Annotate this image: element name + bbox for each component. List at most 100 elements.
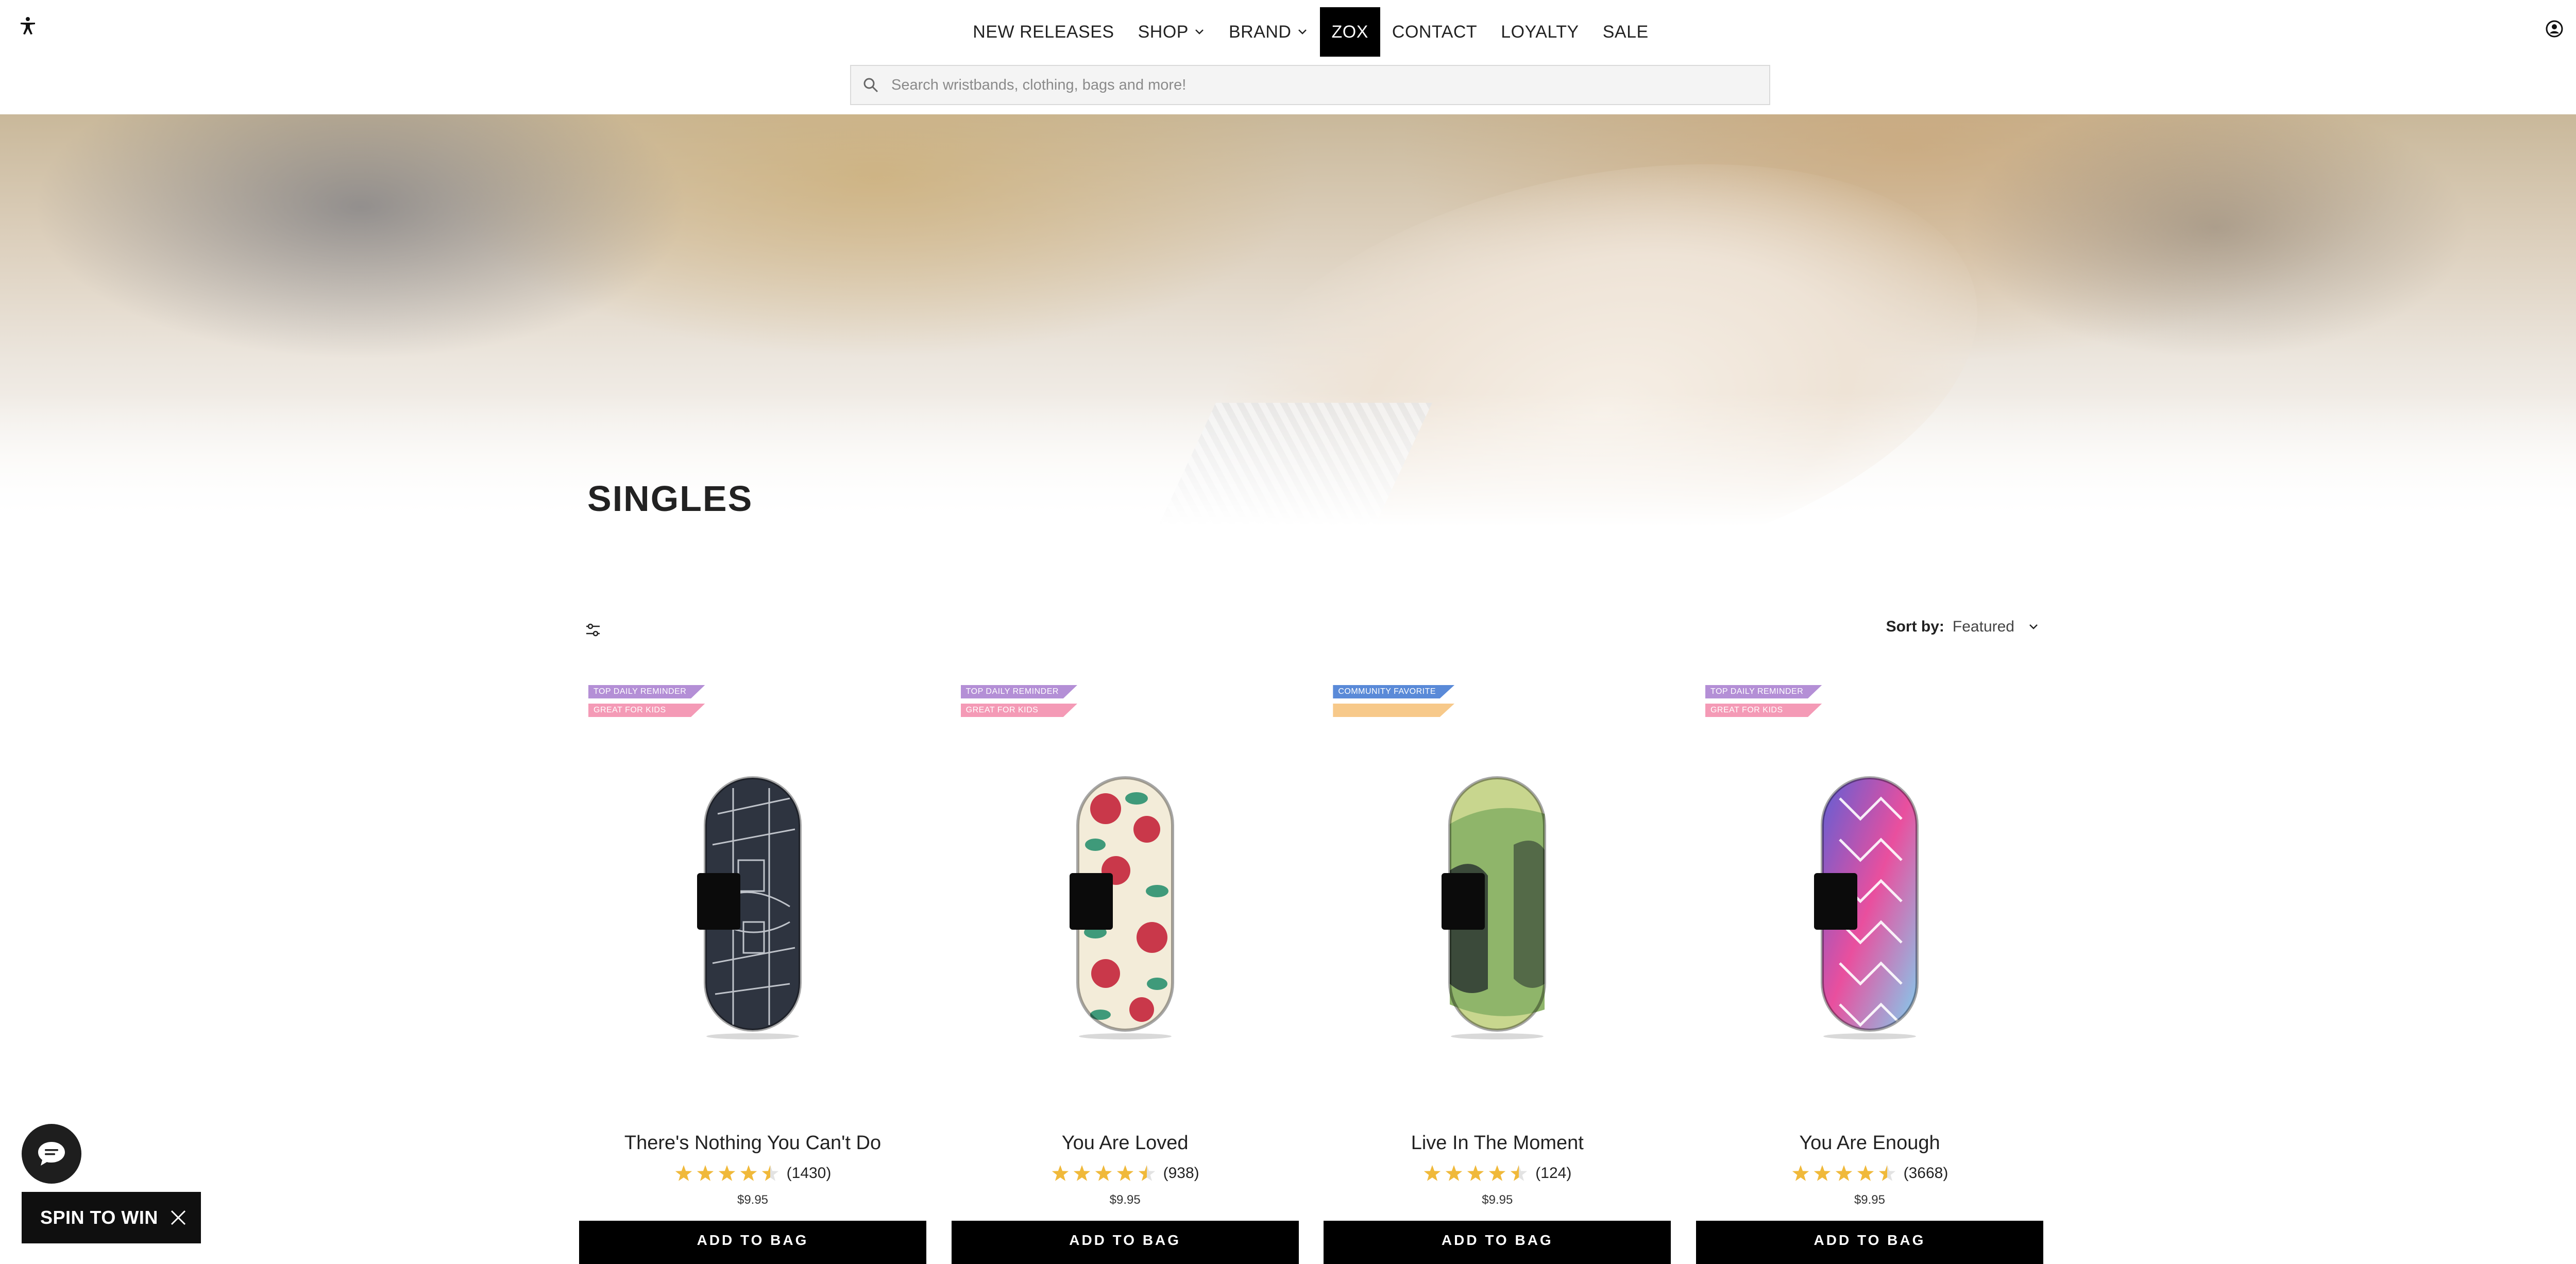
- product-rating[interactable]: (1430): [579, 1164, 926, 1183]
- filter-icon[interactable]: [584, 621, 602, 639]
- star-icon: [697, 1165, 714, 1181]
- search-bar: [850, 65, 1770, 105]
- badge-group: TOP DAILY REMINDER GREAT FOR KIDS: [1705, 685, 1822, 722]
- nav-item-label: BRAND: [1228, 22, 1292, 42]
- spin-to-win-banner[interactable]: SPIN TO WIN: [22, 1192, 201, 1243]
- star-icon: [1835, 1165, 1852, 1181]
- product-name[interactable]: Live In The Moment: [1324, 1132, 1671, 1154]
- star-icon: [718, 1165, 735, 1181]
- hero-banner: [0, 114, 2576, 526]
- spin-to-win-label: SPIN TO WIN: [40, 1207, 158, 1228]
- star-icon: [1095, 1165, 1112, 1181]
- nav-item-label: LOYALTY: [1501, 22, 1579, 42]
- main-nav: NEW RELEASES SHOP BRAND ZOX CONTACT LOYALTY SA…: [0, 7, 2576, 57]
- account-icon[interactable]: [2545, 20, 2564, 38]
- product-rating[interactable]: (124): [1324, 1164, 1671, 1183]
- product-badge: TOP DAILY REMINDER: [960, 685, 1077, 698]
- star-icon: [1814, 1165, 1831, 1181]
- product-badge: [1333, 704, 1455, 717]
- badge-group: COMMUNITY FAVORITE: [1333, 685, 1455, 722]
- chevron-down-icon: [1195, 29, 1204, 35]
- product-card[interactable]: TOP DAILY REMINDER GREAT FOR KIDS You Are…: [951, 685, 1299, 1264]
- badge-group: TOP DAILY REMINDER GREAT FOR KIDS: [588, 685, 705, 722]
- search-input[interactable]: [890, 76, 1717, 94]
- nav-item-label: NEW RELEASES: [973, 22, 1114, 42]
- hero-fade: [0, 392, 2576, 526]
- product-name[interactable]: There's Nothing You Can't Do: [579, 1132, 926, 1154]
- product-price: $9.95: [1854, 1193, 1885, 1207]
- review-count: (938): [1163, 1165, 1199, 1182]
- chat-icon: [38, 1142, 65, 1166]
- product-price: $9.95: [1109, 1193, 1141, 1207]
- chat-button[interactable]: [22, 1124, 81, 1184]
- star-icon: [1446, 1165, 1463, 1181]
- star-icon: [1878, 1165, 1895, 1181]
- product-badge: TOP DAILY REMINDER: [588, 685, 705, 698]
- review-count: (3668): [1903, 1165, 1948, 1182]
- product-badge: TOP DAILY REMINDER: [1705, 685, 1822, 698]
- wristband-image[interactable]: [1059, 767, 1191, 1040]
- add-to-bag-button[interactable]: ADD TO BAG: [579, 1221, 926, 1264]
- badge-group: TOP DAILY REMINDER GREAT FOR KIDS: [960, 685, 1077, 722]
- add-to-bag-button[interactable]: ADD TO BAG: [1696, 1221, 2043, 1264]
- star-icon: [1424, 1165, 1441, 1181]
- star-icon: [1511, 1165, 1528, 1181]
- nav-item-label: SALE: [1602, 22, 1649, 42]
- star-icon: [1052, 1165, 1069, 1181]
- product-name[interactable]: You Are Enough: [1696, 1132, 2043, 1154]
- nav-item-new-releases[interactable]: NEW RELEASES: [961, 7, 1126, 57]
- nav-item-label: ZOX: [1331, 22, 1368, 42]
- add-to-bag-button[interactable]: ADD TO BAG: [951, 1221, 1299, 1264]
- product-grid: TOP DAILY REMINDER GREAT FOR KIDS There's…: [579, 685, 2043, 1264]
- product-badge: GREAT FOR KIDS: [588, 704, 705, 717]
- review-count: (1430): [786, 1165, 832, 1182]
- wristband-image[interactable]: [1804, 767, 1936, 1040]
- product-badge: GREAT FOR KIDS: [960, 704, 1077, 717]
- star-icon: [740, 1165, 757, 1181]
- star-rating: [674, 1164, 779, 1183]
- product-price: $9.95: [737, 1193, 769, 1207]
- star-icon: [1073, 1165, 1090, 1181]
- nav-item-shop[interactable]: SHOP: [1126, 7, 1217, 57]
- review-count: (124): [1535, 1165, 1572, 1182]
- product-badge: GREAT FOR KIDS: [1705, 704, 1822, 717]
- product-rating[interactable]: (3668): [1696, 1164, 2043, 1183]
- search-icon: [863, 78, 878, 93]
- product-badge: COMMUNITY FAVORITE: [1333, 685, 1455, 698]
- product-card[interactable]: COMMUNITY FAVORITE Live In The Moment (1…: [1324, 685, 1671, 1264]
- wristband-image[interactable]: [1431, 767, 1563, 1040]
- nav-item-label: CONTACT: [1392, 22, 1478, 42]
- product-card[interactable]: TOP DAILY REMINDER GREAT FOR KIDS There's…: [579, 685, 926, 1264]
- product-card[interactable]: TOP DAILY REMINDER GREAT FOR KIDS You Are…: [1696, 685, 2043, 1264]
- star-icon: [1489, 1165, 1506, 1181]
- add-to-bag-button[interactable]: ADD TO BAG: [1324, 1221, 1671, 1264]
- star-rating: [1423, 1164, 1528, 1183]
- star-icon: [1467, 1165, 1484, 1181]
- close-icon[interactable]: [169, 1208, 188, 1227]
- nav-item-loyalty[interactable]: LOYALTY: [1489, 7, 1591, 57]
- chevron-down-icon: [1298, 29, 1307, 35]
- star-icon: [1116, 1165, 1133, 1181]
- nav-item-contact[interactable]: CONTACT: [1380, 7, 1489, 57]
- wristband-image[interactable]: [687, 767, 819, 1040]
- star-icon: [761, 1165, 778, 1181]
- product-name[interactable]: You Are Loved: [952, 1132, 1299, 1154]
- star-rating: [1791, 1164, 1896, 1183]
- chevron-down-icon: [2029, 624, 2038, 629]
- star-icon: [1857, 1165, 1874, 1181]
- star-icon: [1792, 1165, 1809, 1181]
- nav-item-brand[interactable]: BRAND: [1217, 7, 1320, 57]
- nav-item-sale[interactable]: SALE: [1591, 7, 1660, 57]
- site-header: NEW RELEASES SHOP BRAND ZOX CONTACT LOYALTY SA…: [0, 0, 2576, 114]
- nav-item-label: SHOP: [1138, 22, 1189, 42]
- star-rating: [1051, 1164, 1156, 1183]
- sort-value: Featured: [1952, 618, 2014, 635]
- header-icons: 0: [2545, 20, 2576, 38]
- product-price: $9.95: [1482, 1193, 1513, 1207]
- product-rating[interactable]: (938): [952, 1164, 1299, 1183]
- page-title: SINGLES: [587, 479, 753, 519]
- nav-item-zox[interactable]: ZOX: [1319, 7, 1380, 57]
- sort-dropdown[interactable]: Sort by: Featured: [1886, 618, 2039, 636]
- star-icon: [675, 1165, 692, 1181]
- sort-label: Sort by:: [1886, 618, 1944, 635]
